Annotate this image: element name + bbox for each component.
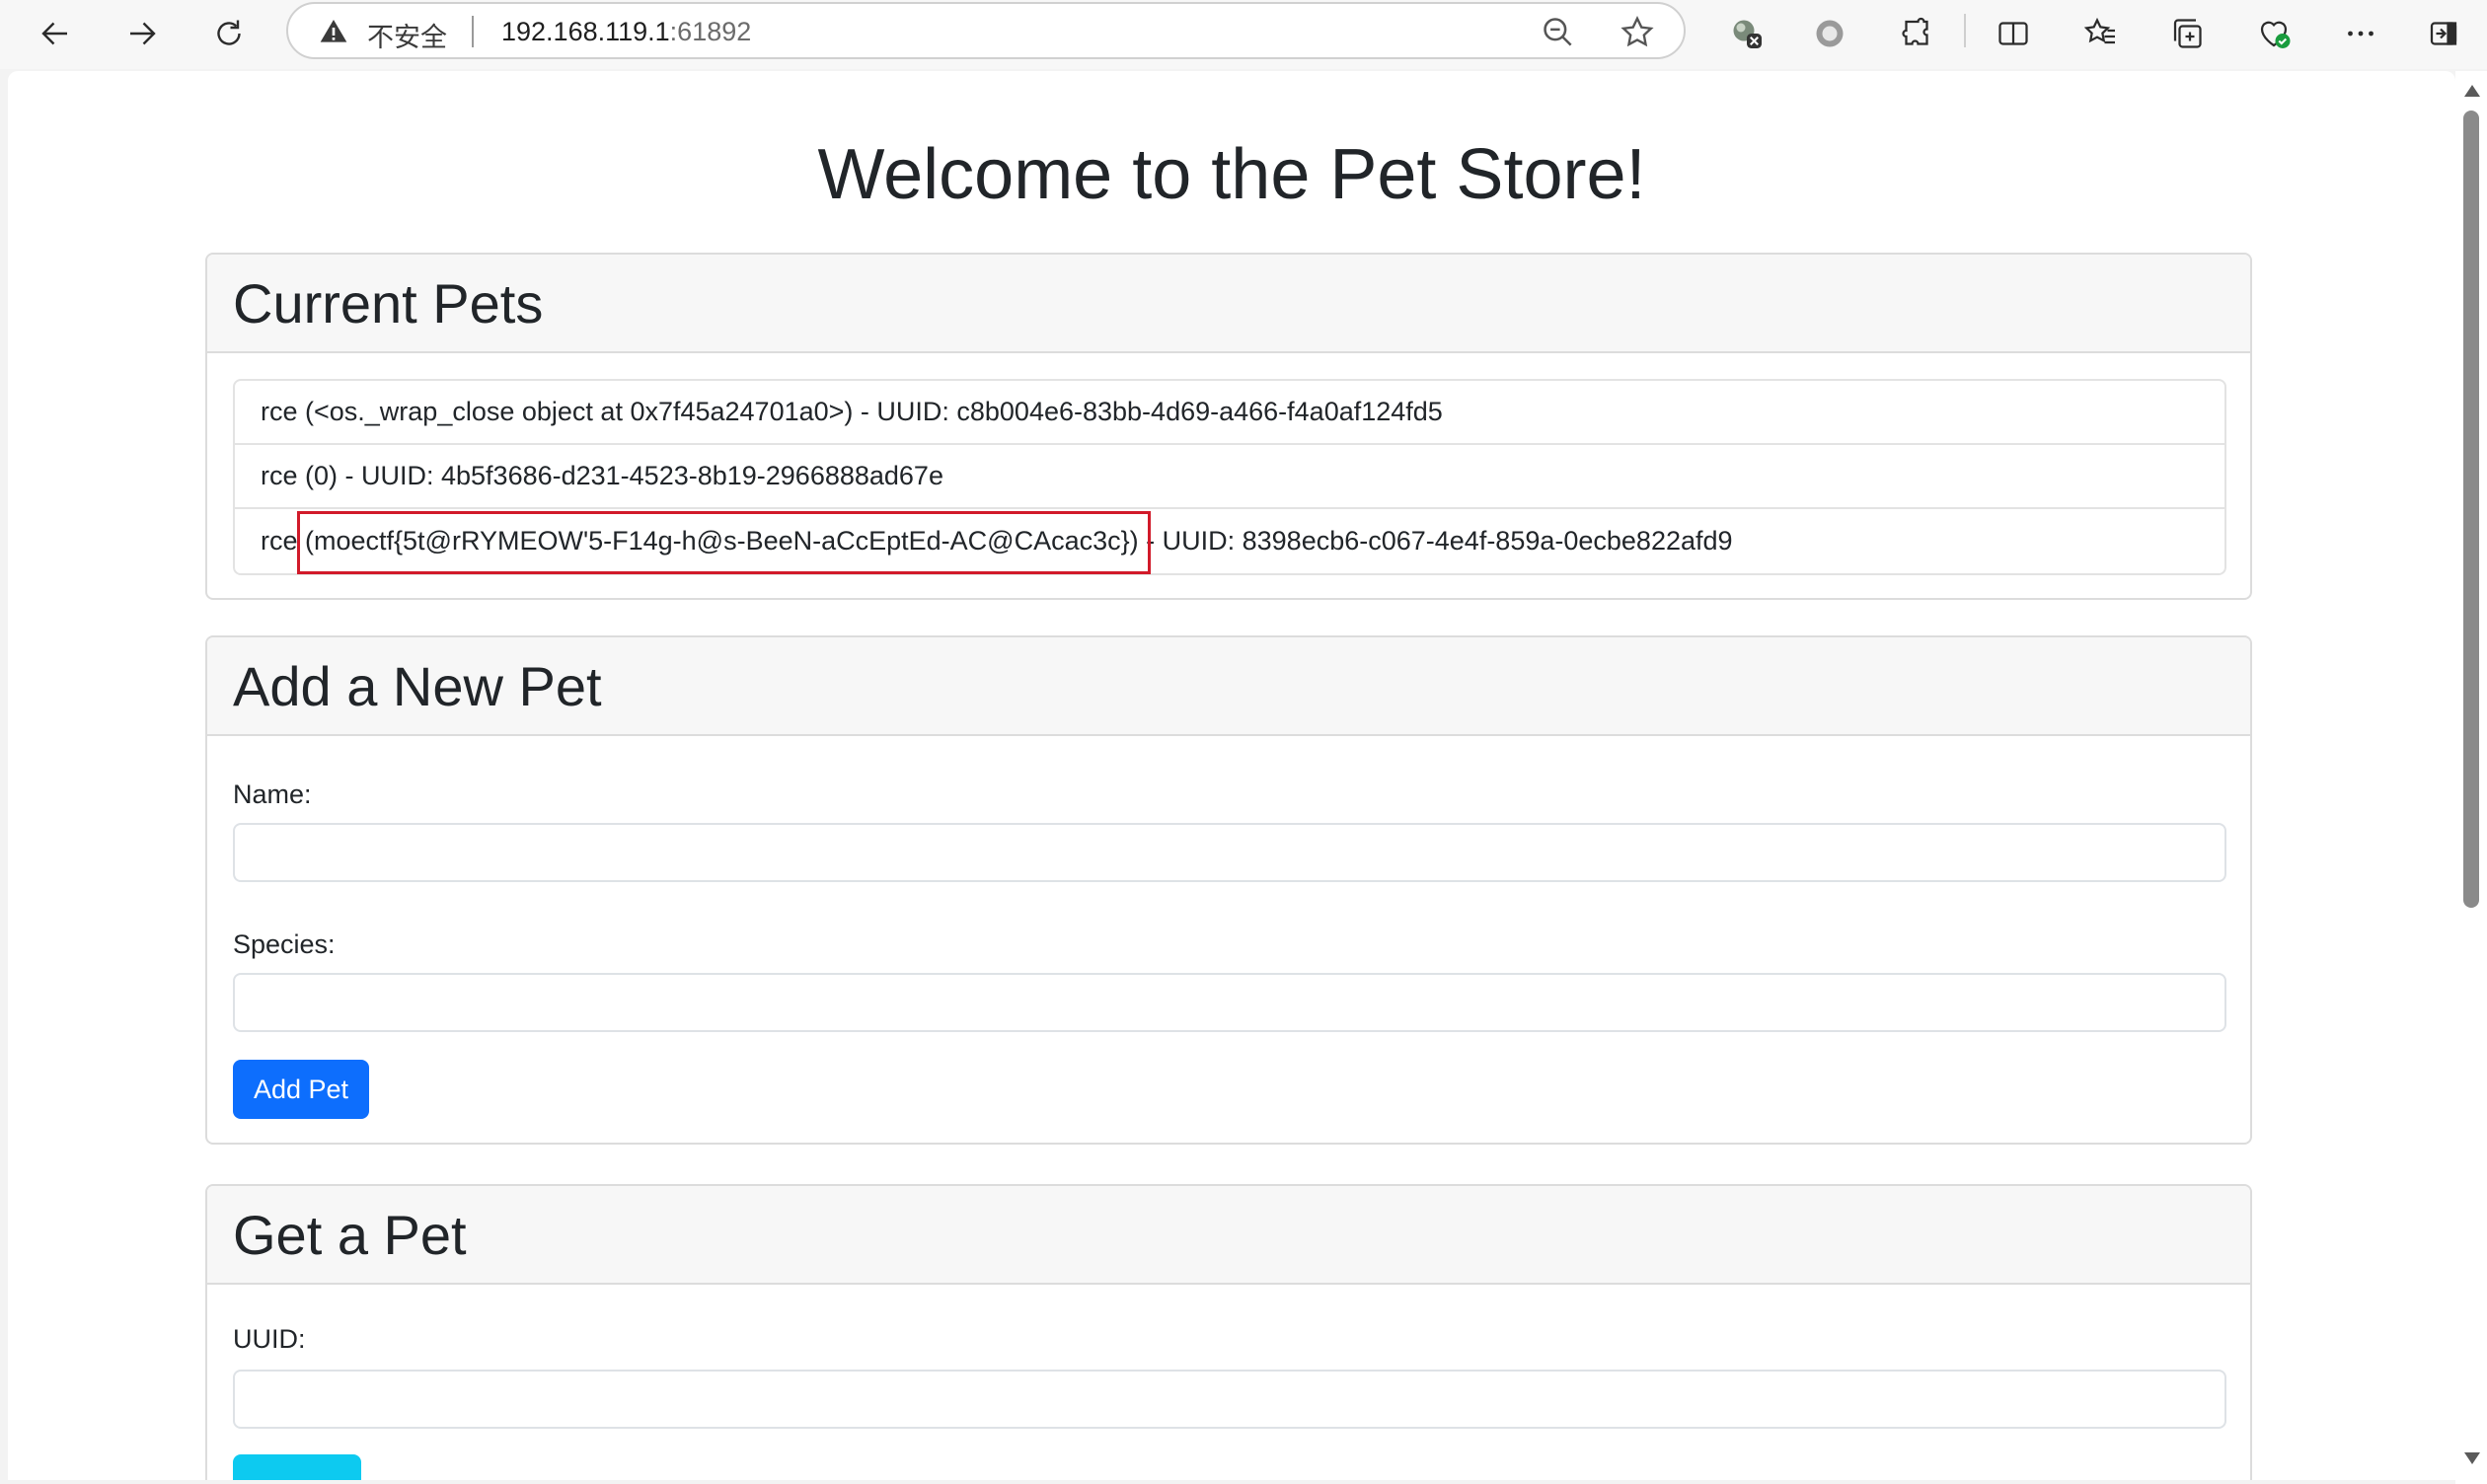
url-port: :61892 <box>669 17 752 46</box>
uuid-label: UUID: <box>233 1324 306 1354</box>
url-text[interactable]: 192.168.119.1:61892 <box>501 17 751 47</box>
toolbar-separator <box>1964 14 1966 47</box>
address-divider <box>472 16 474 47</box>
flag-highlight-box <box>297 511 1151 574</box>
collections-icon[interactable] <box>2163 10 2211 57</box>
page-viewport: Welcome to the Pet Store! Current Pets r… <box>8 71 2455 1480</box>
uuid-input[interactable] <box>233 1370 2226 1429</box>
favorite-star-icon[interactable] <box>1619 14 1656 51</box>
back-icon[interactable] <box>28 6 83 61</box>
sidebar-icon[interactable] <box>2420 10 2467 57</box>
get-pet-card: Get a Pet UUID: <box>205 1184 2252 1480</box>
current-pets-header: Current Pets <box>207 255 2250 353</box>
scrollbar-thumb[interactable] <box>2463 111 2479 908</box>
current-pets-heading: Current Pets <box>233 271 544 334</box>
zoom-out-icon[interactable] <box>1540 14 1577 51</box>
address-bar[interactable]: 不安全 192.168.119.1:61892 <box>286 2 1686 59</box>
warning-icon[interactable] <box>318 16 349 47</box>
pet-list-item: rce (<os._wrap_close object at 0x7f45a24… <box>235 381 2224 445</box>
get-pet-heading: Get a Pet <box>233 1203 467 1266</box>
split-screen-icon[interactable] <box>1990 10 2037 57</box>
browser-toolbar: 不安全 192.168.119.1:61892 <box>0 0 2487 69</box>
species-label: Species: <box>233 929 336 959</box>
scroll-down-arrow-icon[interactable] <box>2464 1452 2480 1464</box>
name-label: Name: <box>233 779 312 809</box>
circle-extension-icon[interactable] <box>1806 10 1853 57</box>
refresh-icon[interactable] <box>201 6 257 61</box>
current-pets-card: Current Pets rce (<os._wrap_close object… <box>205 253 2252 600</box>
species-input[interactable] <box>233 973 2226 1032</box>
security-status[interactable]: 不安全 <box>367 16 447 54</box>
url-host: 192.168.119.1 <box>501 17 670 46</box>
add-pet-button[interactable]: Add Pet <box>233 1060 369 1119</box>
forward-icon[interactable] <box>114 6 170 61</box>
add-pet-header: Add a New Pet <box>207 637 2250 736</box>
add-pet-heading: Add a New Pet <box>233 654 602 717</box>
extension-icon[interactable] <box>1723 10 1771 57</box>
more-icon[interactable] <box>2337 10 2384 57</box>
get-pet-header: Get a Pet <box>207 1186 2250 1285</box>
get-pet-button[interactable] <box>233 1454 361 1480</box>
puzzle-icon[interactable] <box>1893 10 1940 57</box>
scroll-up-arrow-icon[interactable] <box>2464 85 2480 97</box>
pet-list-item: rce (0) - UUID: 4b5f3686-d231-4523-8b19-… <box>235 445 2224 509</box>
vertical-scrollbar[interactable] <box>2455 71 2487 1484</box>
add-pet-card: Add a New Pet Name: Species: Add Pet <box>205 635 2252 1145</box>
favorites-list-icon[interactable] <box>2076 10 2124 57</box>
name-input[interactable] <box>233 823 2226 882</box>
page-title: Welcome to the Pet Store! <box>817 135 1646 214</box>
browser-essentials-icon[interactable] <box>2250 10 2298 57</box>
